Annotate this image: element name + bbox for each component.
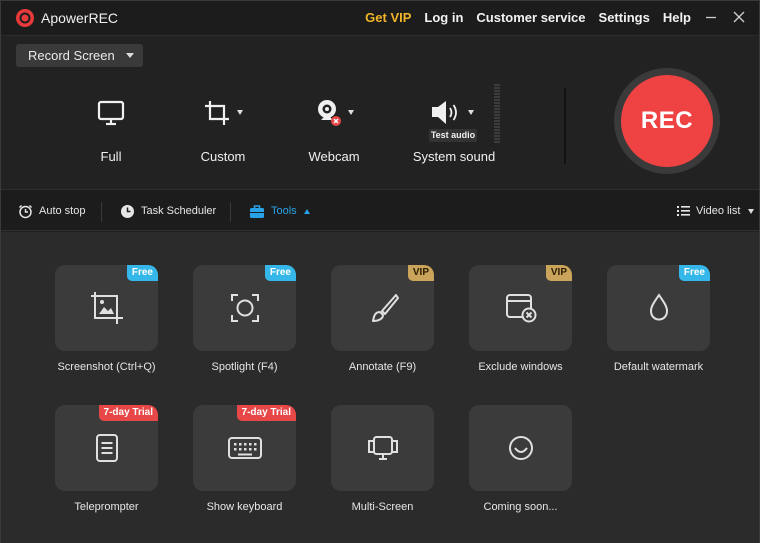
tools-tab[interactable]: Tools (249, 203, 310, 219)
top-menu: Get VIP Log in Customer service Settings… (352, 9, 747, 25)
source-full-label: Full (100, 149, 122, 164)
vip-badge: VIP (545, 265, 572, 281)
tool-label: Teleprompter (74, 501, 139, 513)
tool-coming-soon: Coming soon... (469, 405, 572, 513)
test-audio-button[interactable]: Test audio (429, 129, 477, 142)
custom-dropdown-icon[interactable] (237, 110, 243, 115)
log-in-link[interactable]: Log in (424, 10, 463, 25)
monitor-icon (97, 100, 125, 126)
teleprompter-icon (95, 434, 118, 462)
watermark-drop-icon (649, 293, 668, 321)
record-divider (564, 88, 566, 164)
tool-show-keyboard[interactable]: 7-day Trial Show keyboard (193, 405, 296, 513)
spotlight-icon (230, 294, 259, 322)
list-icon (677, 206, 690, 216)
toolbar-separator (230, 202, 231, 222)
webcam-dropdown-icon[interactable] (348, 110, 354, 115)
trial-badge: 7-day Trial (98, 405, 158, 421)
system-sound-dropdown-icon[interactable] (468, 110, 474, 115)
exclude-window-icon (505, 294, 536, 323)
record-logo-icon (16, 9, 34, 27)
apowerrec-window: ApowerREC Get VIP Log in Customer servic… (0, 0, 760, 543)
tool-exclude-windows[interactable]: VIP Exclude windows (469, 265, 572, 373)
loading-icon (508, 436, 533, 460)
free-badge: Free (678, 265, 710, 281)
speaker-icon (432, 101, 457, 124)
video-list-label: Video list (696, 205, 741, 217)
brush-icon (371, 294, 399, 322)
tool-label: Annotate (F9) (348, 361, 417, 373)
auto-stop-button[interactable]: Auto stop (18, 203, 85, 219)
task-scheduler-button[interactable]: Task Scheduler (120, 203, 216, 219)
tool-label: Show keyboard (206, 501, 283, 513)
tool-spotlight[interactable]: Free Spotlight (F4) (193, 265, 296, 373)
customer-service-link[interactable]: Customer service (476, 10, 585, 25)
free-badge: Free (264, 265, 296, 281)
vip-badge: VIP (407, 265, 434, 281)
tool-label: Exclude windows (478, 361, 563, 373)
keyboard-icon (227, 437, 262, 459)
auto-stop-label: Auto stop (39, 205, 86, 217)
tool-multi-screen[interactable]: Multi-Screen (331, 405, 434, 513)
tool-label: Default watermark (613, 361, 704, 373)
settings-link[interactable]: Settings (599, 10, 650, 25)
record-mode-dropdown[interactable]: Record Screen (16, 44, 143, 67)
screenshot-icon (90, 292, 123, 324)
crop-icon (205, 101, 229, 125)
tool-default-watermark[interactable]: Free Default watermark (607, 265, 710, 373)
video-list-button[interactable]: Video list (677, 203, 755, 219)
task-scheduler-label: Task Scheduler (141, 205, 217, 217)
chevron-down-icon (748, 208, 755, 214)
tool-label: Coming soon... (483, 501, 558, 513)
chevron-down-icon (126, 53, 134, 58)
multi-screen-icon (367, 436, 398, 460)
tool-label: Screenshot (Ctrl+Q) (57, 361, 156, 373)
source-webcam-label: Webcam (308, 149, 360, 164)
toolbox-icon (250, 204, 264, 218)
close-button[interactable] (731, 9, 747, 25)
minimize-icon (706, 16, 716, 19)
close-icon (733, 11, 745, 23)
source-webcam-button[interactable]: Webcam (294, 98, 374, 164)
trial-badge: 7-day Trial (236, 405, 296, 421)
source-custom-label: Custom (200, 149, 246, 164)
free-badge: Free (126, 265, 158, 281)
record-mode-value: Record Screen (28, 48, 115, 63)
source-system-sound-label: System sound (412, 149, 496, 164)
get-vip-link[interactable]: Get VIP (365, 10, 411, 25)
tool-screenshot[interactable]: Free Screenshot (Ctrl+Q) (55, 265, 158, 373)
tools-panel: Free Screenshot (Ctrl+Q) Free Spotlight … (1, 232, 759, 543)
toolbar: Auto stop Task Scheduler Tools Video lis… (1, 189, 759, 231)
minimize-button[interactable] (703, 9, 719, 25)
source-full-button[interactable]: Full (71, 98, 151, 164)
tool-teleprompter[interactable]: 7-day Trial Teleprompter (55, 405, 158, 513)
volume-meter (494, 84, 500, 146)
webcam-icon (318, 100, 341, 126)
source-custom-button[interactable]: Custom (183, 98, 263, 164)
tool-label: Spotlight (F4) (211, 361, 278, 373)
tool-label: Multi-Screen (351, 501, 414, 513)
app-title: ApowerREC (41, 10, 119, 26)
tools-label: Tools (271, 205, 297, 217)
help-link[interactable]: Help (663, 10, 691, 25)
record-panel: Record Screen Full Custom Webcam System … (1, 35, 759, 189)
toolbar-separator (101, 202, 102, 222)
tool-annotate[interactable]: VIP Annotate (F9) (331, 265, 434, 373)
chevron-up-icon (303, 208, 310, 214)
title-bar: ApowerREC Get VIP Log in Customer servic… (1, 1, 759, 35)
clock-icon (121, 204, 134, 218)
rec-button[interactable]: REC (621, 75, 713, 167)
alarm-clock-icon (19, 204, 32, 218)
